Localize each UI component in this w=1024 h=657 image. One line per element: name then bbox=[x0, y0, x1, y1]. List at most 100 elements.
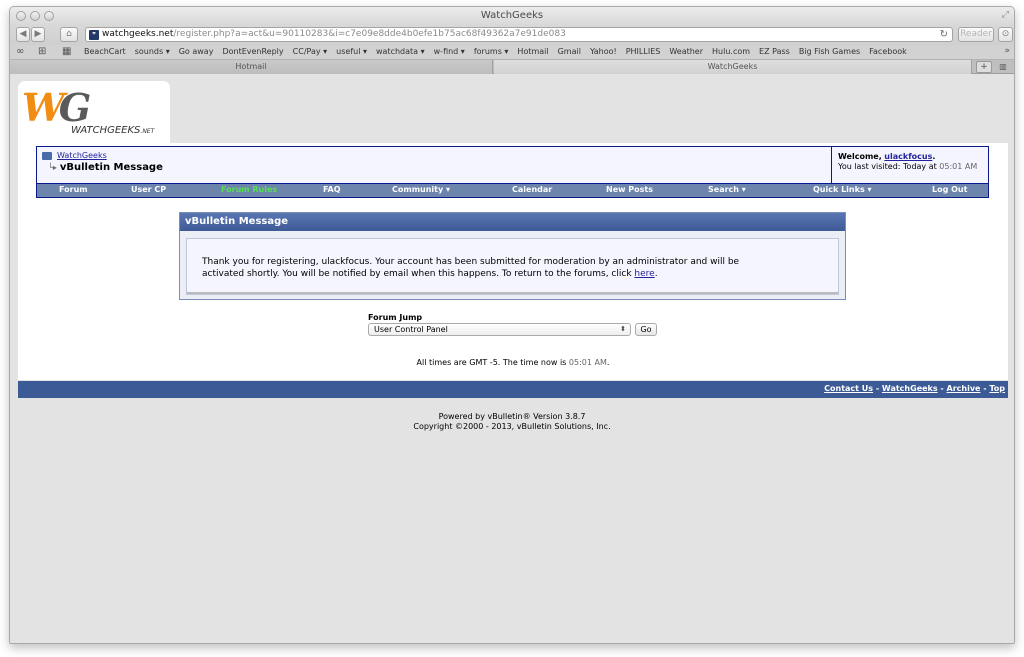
forum-jump-go-button[interactable]: Go bbox=[635, 323, 657, 336]
footer-separator: - bbox=[937, 384, 947, 393]
breadcrumb: WatchGeeks └▸ vBulletin Message Welcome, … bbox=[36, 146, 989, 184]
browser-toolbar: ◀ ▶ ⌂ ❞ watchgeeks.net/register.php?a=ac… bbox=[10, 25, 1014, 45]
bookmark-item[interactable]: Yahoo! bbox=[590, 47, 617, 56]
nav-calendar[interactable]: Calendar bbox=[512, 185, 552, 194]
message-line-2-text: activated shortly. You will be notified … bbox=[202, 269, 632, 279]
bookmark-item[interactable]: forums ▾ bbox=[474, 47, 509, 56]
url-host: watchgeeks.net bbox=[102, 29, 174, 39]
nav-new-posts[interactable]: New Posts bbox=[606, 185, 653, 194]
forum-navbar: Forum User CP Forum Rules FAQ Community … bbox=[36, 184, 989, 198]
timezone-end: . bbox=[606, 358, 610, 367]
last-visited-label: You last visited: Today at bbox=[838, 162, 937, 171]
last-visited-time: 05:01 AM bbox=[939, 162, 978, 171]
bookmark-item[interactable]: Hulu.com bbox=[712, 47, 750, 56]
message-line-1: Thank you for registering, ulackfocus. Y… bbox=[202, 257, 740, 267]
forward-button[interactable]: ▶ bbox=[31, 27, 45, 42]
footer-links: Contact Us - WatchGeeks - Archive - Top bbox=[824, 384, 1005, 393]
home-icon[interactable]: ⌂ bbox=[60, 27, 78, 42]
forum-home-icon[interactable] bbox=[42, 152, 52, 160]
powered-by: Powered by vBulletin® Version 3.8.7 Copy… bbox=[10, 412, 1014, 432]
footer-link-archive[interactable]: Archive bbox=[947, 384, 981, 393]
tab-bar: Hotmail WatchGeeks + ▥ bbox=[10, 60, 1014, 74]
message-body: Thank you for registering, ulackfocus. Y… bbox=[186, 238, 839, 295]
site-favicon-icon: ❞ bbox=[89, 30, 99, 40]
reload-icon[interactable]: ↻ bbox=[940, 28, 948, 41]
current-time: 05:01 AM bbox=[568, 358, 607, 367]
tab-overview-icon[interactable]: ▥ bbox=[995, 61, 1011, 73]
nav-community[interactable]: Community ▾ bbox=[392, 185, 450, 194]
bookmark-item[interactable]: BeachCart bbox=[84, 47, 126, 56]
forum-jump-label: Forum Jump bbox=[368, 313, 423, 322]
bookmark-item[interactable]: useful ▾ bbox=[336, 47, 367, 56]
footer-link-top[interactable]: Top bbox=[989, 384, 1005, 393]
forum-jump-selected: User Control Panel bbox=[374, 325, 448, 334]
message-title: vBulletin Message bbox=[180, 213, 845, 231]
page-title: └▸ vBulletin Message bbox=[48, 162, 163, 173]
reader-button[interactable]: Reader bbox=[958, 27, 994, 42]
bookmark-item[interactable]: Facebook bbox=[869, 47, 907, 56]
logo-wordmark: WATCHGEEKS.NET bbox=[71, 125, 154, 136]
bookmarks-book-icon[interactable]: ⊞ bbox=[38, 46, 46, 57]
bookmark-item[interactable]: Big Fish Games bbox=[799, 47, 860, 56]
vbulletin-message-box: vBulletin Message Thank you for register… bbox=[179, 212, 846, 300]
welcome-panel: Welcome, ulackfocus. You last visited: T… bbox=[831, 147, 989, 183]
bookmark-item[interactable]: watchdata ▾ bbox=[376, 47, 425, 56]
nav-forum[interactable]: Forum bbox=[59, 185, 88, 194]
nav-user-cp[interactable]: User CP bbox=[131, 185, 166, 194]
top-sites-grid-icon[interactable]: ▦ bbox=[62, 46, 71, 57]
bookmark-item[interactable]: CC/Pay ▾ bbox=[293, 47, 328, 56]
footer-separator: - bbox=[873, 384, 882, 393]
powered-by-line: Powered by vBulletin® Version 3.8.7 bbox=[438, 412, 586, 421]
page-title-text: vBulletin Message bbox=[59, 162, 163, 173]
return-to-forums-link[interactable]: here bbox=[634, 269, 654, 279]
bookmark-item[interactable]: EZ Pass bbox=[759, 47, 790, 56]
nav-quick-links[interactable]: Quick Links ▾ bbox=[813, 185, 872, 194]
logo-g: G bbox=[58, 85, 92, 130]
address-bar[interactable]: ❞ watchgeeks.net/register.php?a=act&u=90… bbox=[85, 27, 953, 42]
footer-link-contact-us[interactable]: Contact Us bbox=[824, 384, 873, 393]
fullscreen-icon[interactable]: ⤢ bbox=[1002, 10, 1009, 20]
logo-suffix: .NET bbox=[140, 128, 155, 135]
tab-hotmail[interactable]: Hotmail bbox=[10, 60, 493, 74]
title-bar: WatchGeeks ⤢ bbox=[10, 7, 1014, 25]
welcome-period: . bbox=[932, 152, 936, 161]
welcome-prefix: Welcome, bbox=[838, 152, 882, 161]
forum-jump-select[interactable]: User Control Panel ⬍ bbox=[368, 323, 631, 336]
site-logo[interactable]: WG WATCHGEEKS.NET bbox=[18, 81, 170, 143]
bookmark-item[interactable]: Hotmail bbox=[517, 47, 548, 56]
message-line-2: activated shortly. You will be notified … bbox=[202, 268, 838, 280]
bookmark-item[interactable]: sounds ▾ bbox=[135, 47, 170, 56]
nav-log-out[interactable]: Log Out bbox=[932, 185, 967, 194]
tab-watchgeeks[interactable]: WatchGeeks bbox=[494, 60, 972, 74]
bookmark-item[interactable]: Go away bbox=[179, 47, 214, 56]
bookmark-item[interactable]: PHILLIES bbox=[626, 47, 661, 56]
copyright-line: Copyright ©2000 - 2013, vBulletin Soluti… bbox=[413, 422, 611, 431]
breadcrumb-link-watchgeeks[interactable]: WatchGeeks bbox=[57, 151, 107, 160]
footer-link-watchgeeks[interactable]: WatchGeeks bbox=[882, 384, 938, 393]
username-link[interactable]: ulackfocus bbox=[884, 152, 932, 161]
bookmark-item[interactable]: Gmail bbox=[558, 47, 581, 56]
bookmark-item[interactable]: Weather bbox=[669, 47, 703, 56]
nav-search[interactable]: Search ▾ bbox=[708, 185, 746, 194]
logo-w: W bbox=[22, 85, 65, 130]
message-end: . bbox=[654, 269, 658, 279]
logo-name-text: WATCHGEEKS bbox=[71, 125, 141, 136]
nav-forum-rules[interactable]: Forum Rules bbox=[221, 185, 277, 194]
url-path: /register.php?a=act&u=90110283&i=c7e09e8… bbox=[173, 29, 566, 39]
bookmark-item[interactable]: DontEvenReply bbox=[222, 47, 283, 56]
browser-window: WatchGeeks ⤢ ◀ ▶ ⌂ ❞ watchgeeks.net/regi… bbox=[9, 6, 1015, 644]
downloads-icon[interactable]: ⊙ bbox=[998, 27, 1013, 42]
select-arrows-icon: ⬍ bbox=[620, 325, 626, 333]
window-title: WatchGeeks bbox=[480, 10, 544, 21]
bookmarks-bar: ∞ ⊞ ▦ BeachCart sounds ▾ Go away DontEvenRe… bbox=[10, 45, 1014, 60]
timezone-text: All times are GMT -5. The time now is bbox=[416, 358, 567, 367]
reading-list-icon[interactable]: ∞ bbox=[16, 46, 24, 57]
bookmark-item[interactable]: w-find ▾ bbox=[434, 47, 465, 56]
timezone-note: All times are GMT -5. The time now is 05… bbox=[18, 358, 1008, 367]
new-tab-button[interactable]: + bbox=[976, 61, 992, 73]
bookmarks-list: BeachCart sounds ▾ Go away DontEvenReply CC/… bbox=[84, 47, 916, 56]
nav-faq[interactable]: FAQ bbox=[323, 185, 341, 194]
back-button[interactable]: ◀ bbox=[16, 27, 30, 42]
bookmarks-overflow-icon[interactable]: » bbox=[1004, 46, 1010, 56]
breadcrumb-arrow-icon: └▸ bbox=[48, 163, 57, 172]
